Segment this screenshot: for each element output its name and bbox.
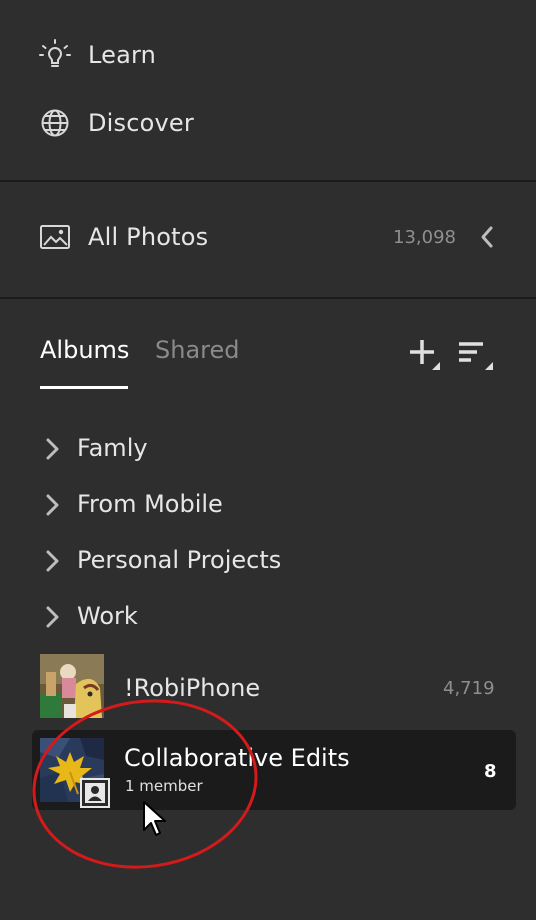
- folder-label: Work: [77, 602, 138, 630]
- sort-icon[interactable]: [457, 336, 495, 372]
- discover-label: Discover: [88, 109, 194, 137]
- folder-label: Personal Projects: [77, 546, 282, 574]
- nav-item-learn[interactable]: Learn: [0, 25, 536, 85]
- album-item-robiphone[interactable]: !RobiPhone 4,719: [0, 654, 536, 720]
- album-count: 4,719: [443, 678, 495, 699]
- active-tab-indicator: [40, 386, 128, 389]
- tab-albums[interactable]: Albums: [40, 336, 129, 364]
- album-count: 8: [484, 761, 497, 782]
- nav-item-discover[interactable]: Discover: [0, 93, 536, 153]
- divider: [0, 180, 536, 182]
- learn-label: Learn: [88, 41, 157, 69]
- album-thumbnail: [40, 654, 104, 718]
- all-photos-row[interactable]: All Photos 13,098: [0, 207, 536, 267]
- photo-icon: [38, 220, 72, 254]
- album-label: !RobiPhone: [124, 674, 261, 702]
- cursor-icon: [142, 800, 168, 840]
- chevron-right-icon: [42, 604, 64, 630]
- folder-item-personal-projects[interactable]: Personal Projects: [0, 536, 536, 586]
- tab-shared[interactable]: Shared: [155, 336, 240, 364]
- divider: [0, 297, 536, 299]
- chevron-right-icon: [42, 548, 64, 574]
- all-photos-label: All Photos: [88, 223, 209, 251]
- add-icon[interactable]: [407, 336, 443, 372]
- folder-item-work[interactable]: Work: [0, 592, 536, 642]
- chevron-left-icon[interactable]: [478, 225, 496, 249]
- folder-label: From Mobile: [77, 490, 223, 518]
- lightbulb-icon: [38, 38, 72, 72]
- all-photos-count: 13,098: [393, 226, 456, 248]
- chevron-right-icon: [42, 492, 64, 518]
- globe-icon: [38, 106, 72, 140]
- folder-item-famly[interactable]: Famly: [0, 424, 536, 474]
- folder-item-from-mobile[interactable]: From Mobile: [0, 480, 536, 530]
- folder-label: Famly: [77, 434, 148, 462]
- chevron-right-icon: [42, 436, 64, 462]
